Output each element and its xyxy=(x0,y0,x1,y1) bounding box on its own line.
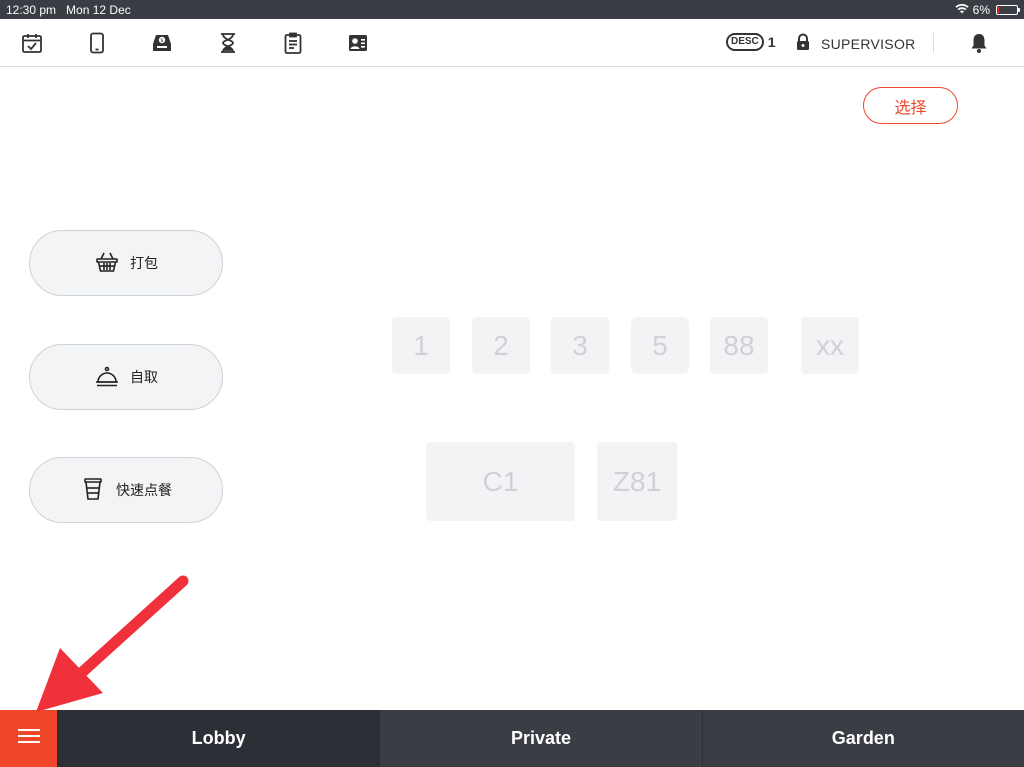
table-tile[interactable]: xx xyxy=(801,317,859,374)
table-tile[interactable]: 1 xyxy=(392,317,450,374)
table-tile[interactable]: 88 xyxy=(710,317,768,374)
area-tab-bar: Lobby Private Garden xyxy=(0,710,1024,767)
hourglass-icon[interactable] xyxy=(216,31,240,55)
role-label: SUPERVISOR xyxy=(821,35,916,52)
cloche-icon xyxy=(94,363,120,392)
pickup-label: 自取 xyxy=(130,369,158,385)
pickup-button[interactable]: 自取 xyxy=(29,344,223,410)
table-tile[interactable]: 5 xyxy=(631,317,689,374)
status-bar: 12:30 pm Mon 12 Dec 6% xyxy=(0,0,1024,19)
basket-icon xyxy=(94,249,120,278)
top-toolbar: $ DESC 1 SUPERVISOR xyxy=(0,19,1024,67)
tab-private[interactable]: Private xyxy=(379,710,701,767)
desc-count: 1 xyxy=(767,34,776,50)
select-button[interactable]: 选择 xyxy=(863,87,958,124)
user-role[interactable]: SUPERVISOR xyxy=(795,33,916,54)
svg-text:$: $ xyxy=(160,38,163,44)
takeaway-button[interactable]: 打包 xyxy=(29,230,223,296)
staff-card-icon[interactable] xyxy=(346,31,370,55)
table-tile[interactable]: C1 xyxy=(426,442,575,521)
pos-table-screen: 12:30 pm Mon 12 Dec 6% $ DESC 1 SUPERVIS… xyxy=(0,0,1024,767)
tablet-icon[interactable] xyxy=(85,31,109,55)
menu-button[interactable] xyxy=(0,710,57,767)
lock-icon xyxy=(795,33,811,54)
status-time: 12:30 pm xyxy=(6,2,57,17)
desc-label: DESC xyxy=(726,33,764,51)
tab-garden[interactable]: Garden xyxy=(701,710,1024,767)
table-tile[interactable]: Z81 xyxy=(597,442,677,521)
desc-sort-toggle[interactable]: DESC 1 xyxy=(726,33,776,51)
cash-drawer-icon[interactable]: $ xyxy=(150,31,174,55)
battery-percent: 6% xyxy=(972,2,990,17)
status-right: 6% xyxy=(954,2,1020,17)
battery-icon xyxy=(996,4,1020,15)
status-date: Mon 12 Dec xyxy=(66,2,131,17)
wifi-icon xyxy=(954,3,969,17)
notification-bell-icon[interactable] xyxy=(967,31,991,55)
table-tile[interactable]: 2 xyxy=(472,317,530,374)
clipboard-icon[interactable] xyxy=(281,31,305,55)
quick-order-button[interactable]: 快速点餐 xyxy=(29,457,223,523)
quick-order-label: 快速点餐 xyxy=(116,482,172,498)
calendar-check-icon[interactable] xyxy=(20,31,44,55)
cup-icon xyxy=(80,476,106,505)
tab-lobby[interactable]: Lobby xyxy=(57,710,380,767)
battery-level xyxy=(998,6,999,13)
table-tile[interactable]: 3 xyxy=(551,317,609,374)
hamburger-icon xyxy=(17,728,40,749)
toolbar-divider xyxy=(933,33,934,53)
takeaway-label: 打包 xyxy=(130,255,158,271)
